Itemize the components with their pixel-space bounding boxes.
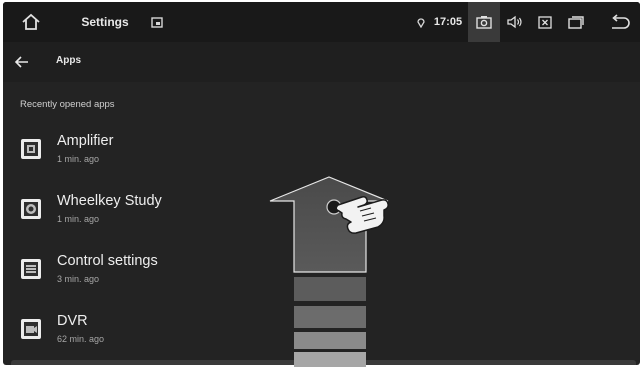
swipe-up-gesture-icon <box>269 176 389 367</box>
